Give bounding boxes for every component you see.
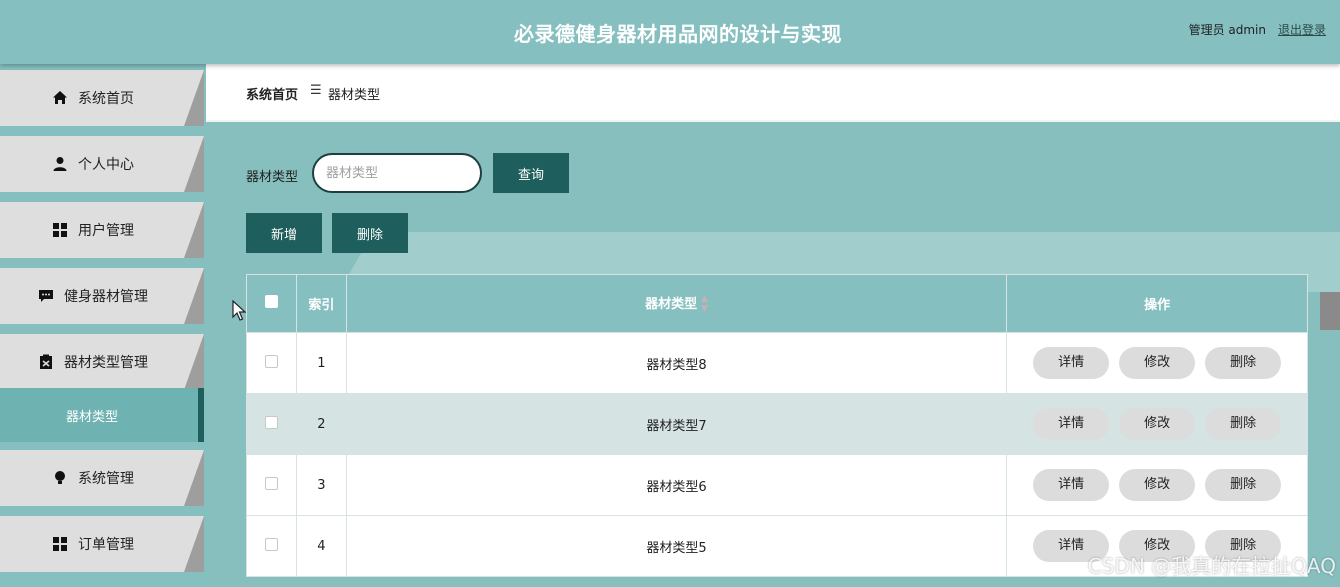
edit-button[interactable]: 修改: [1119, 469, 1196, 501]
row-checkbox[interactable]: [264, 415, 278, 429]
row-delete-button[interactable]: 删除: [1205, 469, 1282, 501]
person-icon: [52, 156, 68, 172]
sort-icon[interactable]: ▲ ▼: [701, 294, 708, 314]
bulb-icon: [52, 470, 68, 486]
row-type: 器材类型7: [345, 393, 1008, 455]
row-type: 器材类型6: [345, 454, 1008, 516]
sidebar-subitem-equipment-type[interactable]: 器材类型: [0, 388, 204, 442]
search-button[interactable]: 查询: [493, 153, 569, 193]
table-row: 2 器材类型7 详情 修改 删除: [246, 393, 1308, 455]
sidebar-item-orders[interactable]: 订单管理: [0, 516, 204, 572]
app-title: 必录德健身器材用品网的设计与实现: [514, 22, 842, 46]
sidebar-item-equipment-types[interactable]: 器材类型管理: [0, 334, 204, 390]
sidebar: 系统首页 个人中心 用户管理 健身器材管理 器材类型管理 器材类型 系统管理 订…: [0, 64, 206, 587]
watermark: CSDN @我真的在拉扯QAQ: [1087, 554, 1336, 578]
header-index: 索引: [295, 274, 347, 333]
main-content: 器材类型 查询 新增 删除 索引 器材类型▲▼ 操作 1 器材类型8 详情修改删…: [206, 122, 1340, 587]
sidebar-item-users[interactable]: 用户管理: [0, 202, 204, 258]
edit-button[interactable]: 修改: [1119, 347, 1196, 379]
edit-button[interactable]: 修改: [1119, 408, 1196, 440]
detail-button[interactable]: 详情: [1033, 408, 1110, 440]
sidebar-subitem-label: 器材类型: [66, 410, 119, 425]
sidebar-item-label: 系统管理: [78, 471, 134, 487]
collapse-tab[interactable]: [1320, 292, 1340, 330]
breadcrumb-current: 器材类型: [328, 88, 381, 103]
row-delete-button[interactable]: 删除: [1205, 408, 1282, 440]
add-button[interactable]: 新增: [246, 213, 322, 253]
sidebar-item-label: 订单管理: [78, 537, 134, 553]
sidebar-item-label: 个人中心: [78, 157, 134, 173]
logout-link[interactable]: 退出登录: [1278, 21, 1326, 38]
mouse-cursor-icon: [232, 300, 246, 321]
row-checkbox[interactable]: [264, 537, 278, 551]
sidebar-item-label: 健身器材管理: [64, 289, 148, 305]
grid-icon: [52, 536, 68, 552]
row-type: 器材类型8: [345, 332, 1008, 394]
grid-icon: [52, 222, 68, 238]
equipment-type-table: 索引 器材类型 ▲ ▼ 操作 1 器材类型8 详情 修改 删除 2 器材类型7 详情 修改…: [246, 274, 1308, 577]
sidebar-item-home[interactable]: 系统首页: [0, 70, 204, 126]
search-label: 器材类型: [246, 170, 299, 185]
sidebar-item-label: 器材类型管理: [64, 355, 148, 371]
header-actions: 操作: [1006, 274, 1308, 333]
table-row: 3 器材类型6 详情 修改 删除: [246, 454, 1308, 516]
breadcrumb: 系统首页 ☰ 器材类型: [206, 64, 1340, 120]
sidebar-item-label: 系统首页: [78, 91, 134, 107]
breadcrumb-home[interactable]: 系统首页: [246, 84, 298, 103]
row-checkbox[interactable]: [264, 354, 278, 368]
select-all-cell: [246, 274, 297, 333]
detail-button[interactable]: 详情: [1033, 469, 1110, 501]
sidebar-item-equipment[interactable]: 健身器材管理: [0, 268, 204, 324]
home-icon: [52, 90, 68, 106]
chat-icon: [38, 288, 54, 304]
delete-button[interactable]: 删除: [332, 213, 408, 253]
row-index: 1: [295, 332, 347, 394]
header-type-label: 器材类型: [645, 296, 698, 312]
top-header: 必录德健身器材用品网的设计与实现 管理员 admin 退出登录: [0, 0, 1340, 64]
table-row: 1 器材类型8 详情 修改 删除: [246, 332, 1308, 394]
row-type: 器材类型5: [345, 515, 1008, 577]
search-input[interactable]: [312, 153, 482, 193]
sidebar-item-label: 用户管理: [78, 223, 134, 239]
select-all-checkbox[interactable]: [264, 295, 278, 308]
current-user: 管理员 admin: [1188, 23, 1266, 37]
row-index: 2: [295, 393, 347, 455]
breadcrumb-separator-icon: ☰: [310, 83, 322, 98]
clipboard-icon: [38, 354, 54, 370]
header-type[interactable]: 器材类型 ▲ ▼: [345, 274, 1008, 333]
sidebar-item-system[interactable]: 系统管理: [0, 450, 204, 506]
row-index: 4: [295, 515, 347, 577]
detail-button[interactable]: 详情: [1033, 347, 1110, 379]
row-delete-button[interactable]: 删除: [1205, 347, 1282, 379]
sidebar-item-profile[interactable]: 个人中心: [0, 136, 204, 192]
row-index: 3: [295, 454, 347, 516]
row-checkbox[interactable]: [264, 476, 278, 490]
